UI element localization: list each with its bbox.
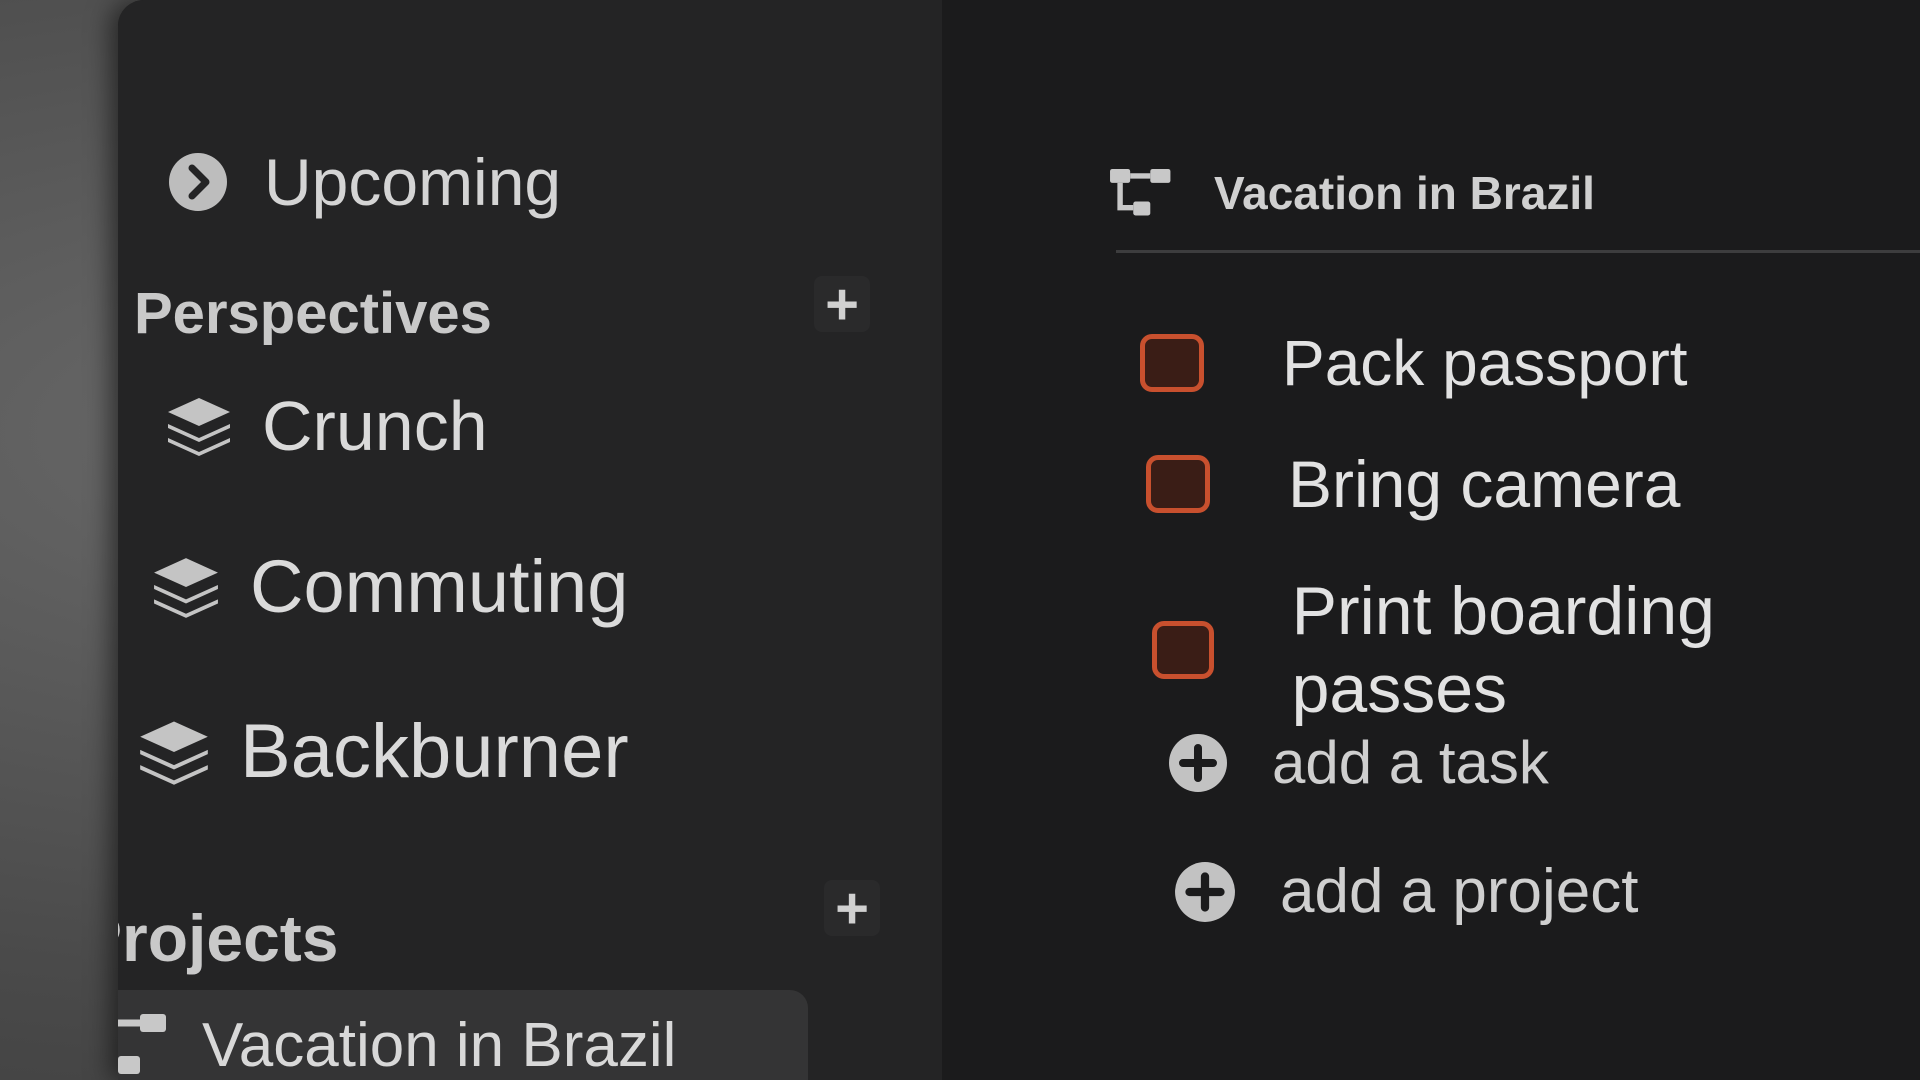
- layers-icon: [138, 719, 210, 785]
- projects-heading: Projects: [118, 901, 339, 975]
- plus-circle-icon: [1174, 861, 1236, 923]
- sidebar-item-label: Upcoming: [264, 145, 562, 219]
- project-title: Vacation in Brazil: [1214, 167, 1595, 219]
- add-task-button[interactable]: add a task: [1168, 728, 1549, 797]
- task-label[interactable]: Print boarding passes: [1292, 572, 1920, 728]
- perspectives-heading: Perspectives: [134, 281, 492, 346]
- sidebar-item-commuting[interactable]: Commuting: [152, 544, 628, 629]
- add-project-button[interactable]: add a project: [1174, 856, 1638, 927]
- task-row: Print boarding passes: [1152, 572, 1920, 728]
- task-row: Pack passport: [1140, 326, 1688, 400]
- sidebar-item-label: Crunch: [262, 387, 488, 465]
- task-checkbox[interactable]: [1146, 455, 1210, 513]
- sidebar-item-label: Vacation in Brazil: [202, 1010, 677, 1080]
- task-row: Bring camera: [1146, 446, 1681, 522]
- plus-icon: +: [825, 271, 859, 337]
- plus-circle-icon: [1168, 733, 1228, 793]
- chevron-right-circle-icon: [168, 152, 228, 212]
- layers-icon: [166, 396, 232, 456]
- project-header: Vacation in Brazil: [1110, 166, 1595, 220]
- sidebar-item-vacation-in-brazil[interactable]: Vacation in Brazil: [118, 990, 808, 1080]
- header-divider: [1116, 250, 1920, 253]
- sidebar-item-label: Backburner: [240, 709, 629, 794]
- layers-icon: [152, 556, 220, 618]
- project-tree-icon: [1110, 169, 1172, 217]
- add-task-label: add a task: [1272, 729, 1549, 796]
- sidebar-item-label: Commuting: [250, 545, 629, 628]
- sidebar-item-backburner[interactable]: Backburner: [138, 708, 629, 795]
- plus-icon: +: [835, 875, 869, 941]
- sidebar-item-crunch[interactable]: Crunch: [166, 386, 488, 466]
- task-label[interactable]: Pack passport: [1282, 326, 1688, 400]
- add-project-sidebar-button[interactable]: +: [824, 876, 880, 941]
- sidebar: Upcoming Perspectives + Crunch Commuting…: [118, 0, 942, 1080]
- add-project-label: add a project: [1280, 857, 1639, 926]
- app-window: Upcoming Perspectives + Crunch Commuting…: [118, 0, 1920, 1080]
- project-tree-icon: [118, 1014, 168, 1076]
- sidebar-item-upcoming[interactable]: Upcoming: [168, 144, 561, 220]
- main-content: Vacation in Brazil Pack passport Bring c…: [942, 0, 1920, 1080]
- task-label[interactable]: Bring camera: [1288, 446, 1681, 522]
- task-checkbox[interactable]: [1140, 334, 1204, 392]
- task-checkbox[interactable]: [1152, 621, 1214, 679]
- add-perspective-button[interactable]: +: [814, 272, 870, 337]
